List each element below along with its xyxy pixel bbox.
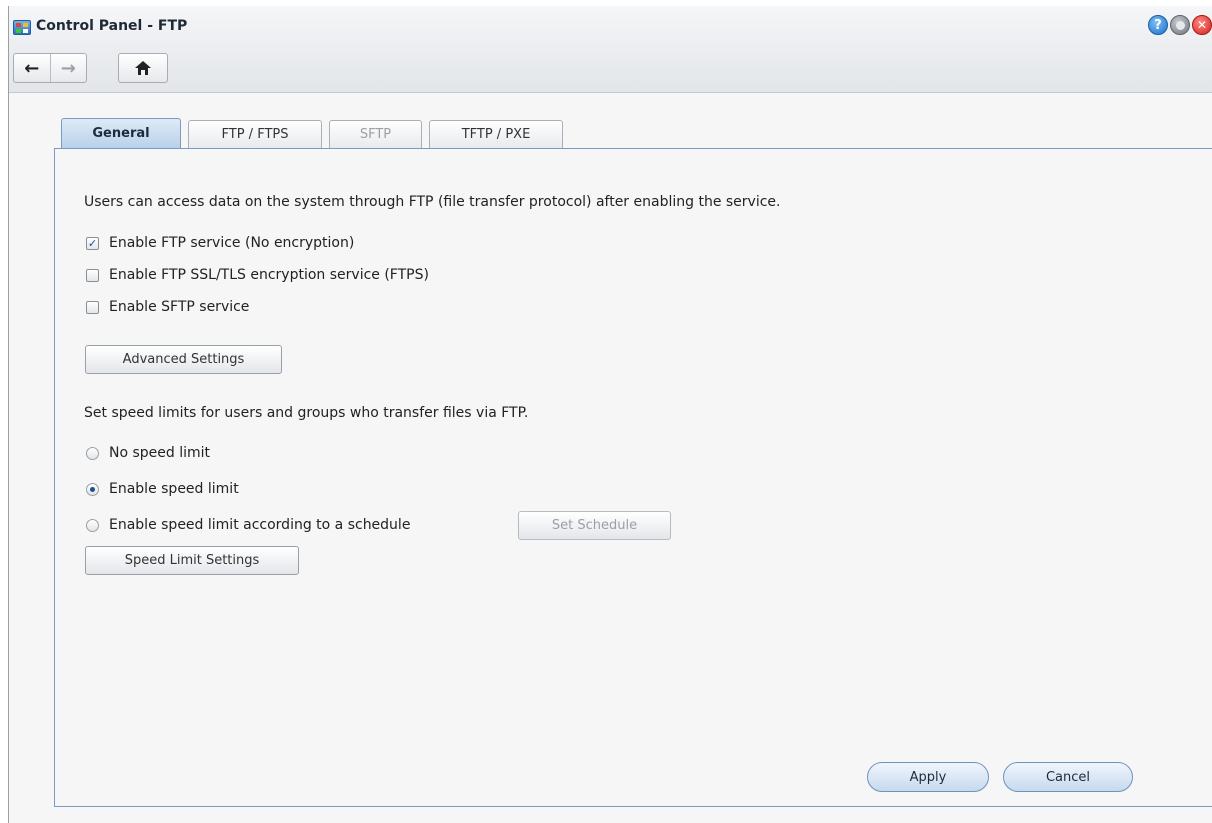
tab-sftp[interactable]: SFTP bbox=[329, 120, 422, 148]
speed-limit-settings-button[interactable]: Speed Limit Settings bbox=[85, 546, 299, 575]
speed-description: Set speed limits for users and groups wh… bbox=[84, 405, 529, 421]
home-button[interactable] bbox=[118, 53, 168, 83]
advanced-settings-button[interactable]: Advanced Settings bbox=[85, 345, 282, 374]
general-panel: Users can access data on the system thro… bbox=[54, 148, 1212, 807]
tab-ftp-ftps[interactable]: FTP / FTPS bbox=[188, 120, 322, 148]
forward-arrow-icon[interactable]: → bbox=[50, 54, 86, 82]
enable-sftp-option[interactable]: Enable SFTP service bbox=[86, 299, 249, 315]
no-speed-limit-label: No speed limit bbox=[109, 445, 211, 461]
enable-speed-limit-radio[interactable] bbox=[86, 482, 99, 496]
window-title: Control Panel - FTP bbox=[36, 18, 188, 34]
set-schedule-button[interactable]: Set Schedule bbox=[518, 511, 671, 540]
schedule-speed-limit-option[interactable]: Enable speed limit according to a schedu… bbox=[86, 517, 410, 533]
back-arrow-icon[interactable]: ← bbox=[14, 54, 50, 82]
close-icon[interactable]: ✕ bbox=[1192, 15, 1212, 35]
control-panel-icon bbox=[13, 20, 31, 35]
enable-speed-limit-label: Enable speed limit bbox=[109, 481, 239, 497]
enable-speed-limit-option[interactable]: Enable speed limit bbox=[86, 481, 239, 497]
enable-ftp-option[interactable]: ✓ Enable FTP service (No encryption) bbox=[86, 235, 354, 251]
no-speed-limit-radio[interactable] bbox=[86, 446, 99, 460]
minimize-icon[interactable] bbox=[1170, 15, 1190, 35]
title-bar: Control Panel - FTP ? ✕ ← → bbox=[9, 6, 1212, 93]
enable-ftp-checkbox[interactable]: ✓ bbox=[86, 236, 99, 250]
tab-general[interactable]: General bbox=[61, 118, 181, 148]
service-description: Users can access data on the system thro… bbox=[84, 194, 781, 210]
tab-tftp-pxe[interactable]: TFTP / PXE bbox=[429, 120, 563, 148]
enable-sftp-checkbox[interactable] bbox=[86, 300, 99, 314]
no-speed-limit-option[interactable]: No speed limit bbox=[86, 445, 210, 461]
history-nav: ← → bbox=[13, 53, 87, 83]
enable-ftps-checkbox[interactable] bbox=[86, 268, 99, 282]
window-controls: ? ✕ bbox=[1148, 15, 1212, 35]
help-icon[interactable]: ? bbox=[1148, 15, 1168, 35]
tab-strip: General FTP / FTPS SFTP TFTP / PXE bbox=[61, 118, 570, 148]
home-icon bbox=[135, 61, 151, 75]
cancel-button[interactable]: Cancel bbox=[1003, 762, 1133, 792]
schedule-speed-limit-radio[interactable] bbox=[86, 518, 99, 532]
enable-ftp-label: Enable FTP service (No encryption) bbox=[109, 235, 355, 251]
control-panel-window: Control Panel - FTP ? ✕ ← → General FTP … bbox=[8, 6, 1212, 823]
apply-button[interactable]: Apply bbox=[867, 762, 989, 792]
enable-ftps-label: Enable FTP SSL/TLS encryption service (F… bbox=[109, 267, 429, 283]
enable-ftps-option[interactable]: Enable FTP SSL/TLS encryption service (F… bbox=[86, 267, 429, 283]
enable-sftp-label: Enable SFTP service bbox=[109, 299, 250, 315]
schedule-speed-limit-label: Enable speed limit according to a schedu… bbox=[109, 517, 411, 533]
